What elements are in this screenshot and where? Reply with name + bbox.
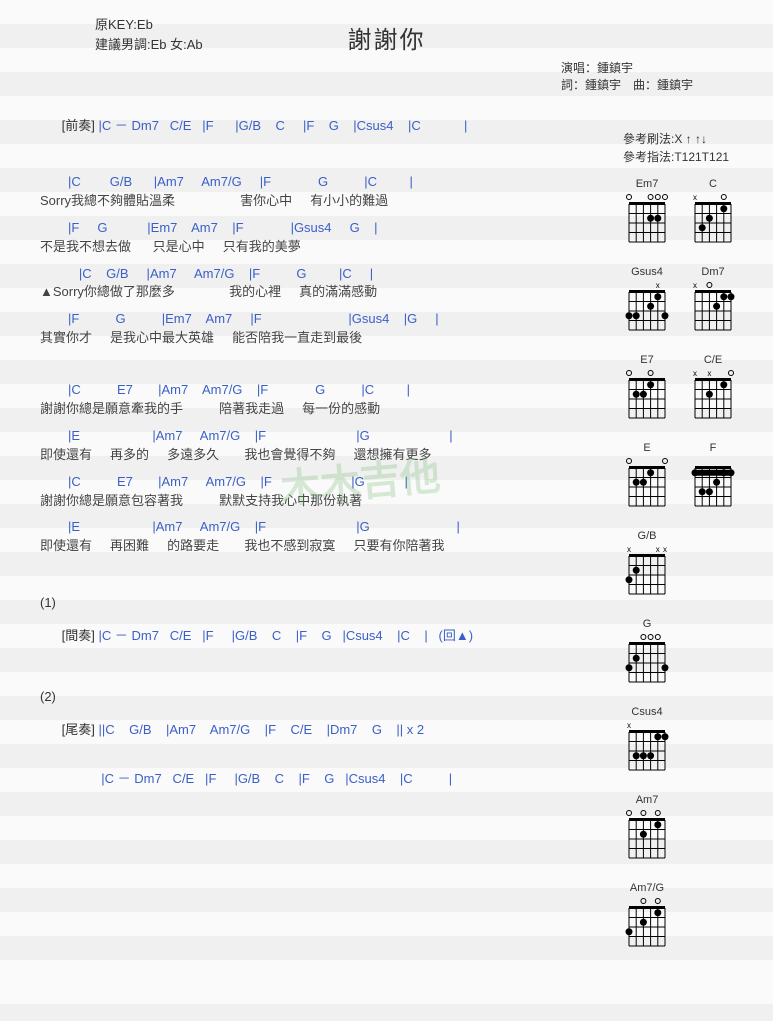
chord-line: |C G/B |Am7 Am7/G |F G |C | <box>50 174 613 191</box>
lyric-line: ▲Sorry你總做了那麼多 我的心裡 真的滿滿感動 <box>40 284 613 301</box>
interlude-chords: |C － Dm7 C/E |F |G/B C |F G |Csus4 |C | … <box>95 628 473 643</box>
writer-credit: 詞：鍾鎮宇 曲：鍾鎮宇 <box>561 77 693 94</box>
svg-text:x: x <box>693 369 697 378</box>
diagram-row: G <box>623 618 763 688</box>
key-info: 原KEY:Eb 建議男調:Eb 女:Ab <box>95 15 203 54</box>
chord-diagram-g-b: G/Bxxx <box>623 530 671 600</box>
chord-diagram-gsus4: Gsus4 x <box>623 266 671 336</box>
svg-text:x: x <box>656 281 660 290</box>
chord-line: |F G |Em7 Am7 |F |Gsus4 |G | <box>50 311 613 328</box>
original-key: 原KEY:Eb <box>95 15 203 35</box>
suggested-key: 建議男調:Eb 女:Ab <box>95 35 203 55</box>
chord-diagram-dm7: Dm7 x <box>689 266 737 336</box>
interlude-tag: [間奏] <box>62 628 95 643</box>
singer-credit: 演唱：鍾鎮宇 <box>561 60 693 77</box>
chord-diagram-am7: Am7 <box>623 794 671 864</box>
interlude-line: [間奏] |C － Dm7 C/E |F |G/B C |F G |Csus4 … <box>40 610 613 659</box>
chord-diagram-e7: E7 <box>623 354 671 424</box>
lyric-line: 不是我不想去做 只是心中 只有我的美夢 <box>40 239 613 256</box>
chord-line: |F G |Em7 Am7 |F |Gsus4 G | <box>50 220 613 237</box>
chord-diagram-f: F <box>689 442 737 512</box>
svg-text:x: x <box>707 369 711 378</box>
chord-line: |C E7 |Am7 Am7/G |F G |C | <box>50 382 613 399</box>
chord-line: |E |Am7 Am7/G |F |G | <box>50 428 613 445</box>
chord-diagram-c: Cx <box>689 178 737 248</box>
svg-text:x: x <box>627 545 631 554</box>
chord-line: |C E7 |Am7 Am7/G |F |G | <box>50 474 613 491</box>
chord-name: Csus4 <box>631 706 662 718</box>
lyric-line: Sorry我總不夠體貼溫柔 害你心中 有小小的難過 <box>40 193 613 210</box>
outro-chords-2: |C － Dm7 C/E |F |G/B C |F G |Csus4 |C | <box>98 771 452 786</box>
svg-text:x: x <box>693 193 697 202</box>
diagram-row: Am7 <box>623 794 763 864</box>
chord-name: G/B <box>638 530 657 542</box>
outro-chords-1: ||C G/B |Am7 Am7/G |F C/E |Dm7 G || x 2 <box>95 722 424 737</box>
chord-diagram-em7: Em7 <box>623 178 671 248</box>
lyric-line: 即使還有 再困難 的路要走 我也不感到寂寞 只要有你陪著我 <box>40 538 613 555</box>
chord-name: Am7 <box>636 794 659 806</box>
section-number: (1) <box>40 595 613 610</box>
outro-line: [尾奏] ||C G/B |Am7 Am7/G |F C/E |Dm7 G ||… <box>40 704 613 753</box>
strum-pattern: 參考刷法:X ↑ ↑↓ <box>623 130 763 148</box>
chord-name: E <box>643 442 650 454</box>
strum-info: 參考刷法:X ↑ ↑↓ 參考指法:T121T121 <box>623 130 763 166</box>
chord-diagram-c-e: C/E x x <box>689 354 737 424</box>
finger-pattern: 參考指法:T121T121 <box>623 148 763 166</box>
chord-sheet: [前奏] |C － Dm7 C/E |F |G/B C |F G |Csus4 … <box>10 100 623 970</box>
chord-line: |E |Am7 Am7/G |F |G | <box>50 519 613 536</box>
chord-name: Em7 <box>636 178 659 190</box>
section-number: (2) <box>40 689 613 704</box>
chord-diagrams: 參考刷法:X ↑ ↑↓ 參考指法:T121T121 Em7CxGsus4xDm7… <box>623 100 763 970</box>
diagram-row: EF <box>623 442 763 512</box>
intro-chords: |C － Dm7 C/E |F |G/B C |F G |Csus4 |C | <box>95 118 468 133</box>
header: 原KEY:Eb 建議男調:Eb 女:Ab 謝謝你 演唱：鍾鎮宇 詞：鍾鎮宇 曲：… <box>10 10 763 100</box>
chord-name: F <box>710 442 717 454</box>
intro-tag: [前奏] <box>62 118 95 133</box>
outro-tag: [尾奏] <box>62 722 95 737</box>
diagram-row: G/Bxxx <box>623 530 763 600</box>
chord-name: C <box>709 178 717 190</box>
diagram-row: Csus4x <box>623 706 763 776</box>
chord-name: Gsus4 <box>631 266 663 278</box>
intro-line: [前奏] |C － Dm7 C/E |F |G/B C |F G |Csus4 … <box>40 100 613 149</box>
chord-name: E7 <box>640 354 653 366</box>
chord-diagram-am7-g: Am7/G <box>623 882 671 952</box>
chord-name: Am7/G <box>630 882 664 894</box>
chord-name: Dm7 <box>701 266 724 278</box>
diagram-row: Em7 Cx <box>623 178 763 248</box>
credits: 演唱：鍾鎮宇 詞：鍾鎮宇 曲：鍾鎮宇 <box>561 60 693 94</box>
chord-diagram-g: G <box>623 618 671 688</box>
outro-line-2: |C － Dm7 C/E |F |G/B C |F G |Csus4 |C | <box>76 753 613 802</box>
chord-line: |C G/B |Am7 Am7/G |F G |C | <box>50 266 613 283</box>
lyric-line: 謝謝你總是願意牽我的手 陪著我走過 每一份的感動 <box>40 401 613 418</box>
chord-name: G <box>643 618 652 630</box>
chord-diagram-e: E <box>623 442 671 512</box>
svg-text:x: x <box>627 721 631 730</box>
svg-text:x: x <box>663 545 667 554</box>
chord-diagram-csus4: Csus4x <box>623 706 671 776</box>
lyric-line: 即使還有 再多的 多遠多久 我也會覺得不夠 還想擁有更多 <box>40 447 613 464</box>
lyric-line: 其實你才 是我心中最大英雄 能否陪我一直走到最後 <box>40 330 613 347</box>
svg-text:x: x <box>656 545 660 554</box>
lyric-line: 謝謝你總是願意包容著我 默默支持我心中那份執著 <box>40 493 613 510</box>
diagram-row: Gsus4 x Dm7 x <box>623 266 763 336</box>
diagram-row: E7 C/E x x <box>623 354 763 424</box>
chord-name: C/E <box>704 354 722 366</box>
svg-text:x: x <box>693 281 697 290</box>
diagram-row: Am7/G <box>623 882 763 952</box>
main-content: [前奏] |C － Dm7 C/E |F |G/B C |F G |Csus4 … <box>10 100 763 970</box>
